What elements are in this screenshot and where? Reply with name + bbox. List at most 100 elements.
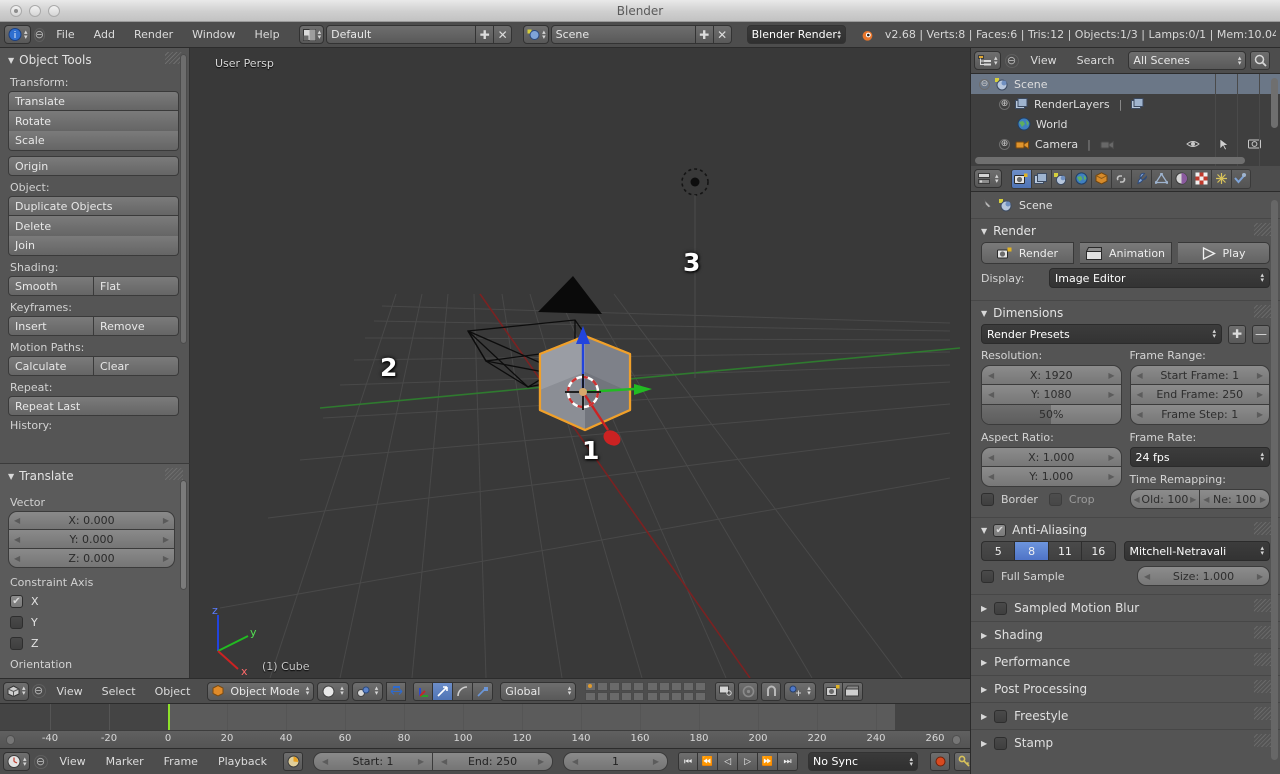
decrement-arrow-icon[interactable]: ◀ bbox=[572, 757, 578, 766]
tab-world[interactable] bbox=[1070, 168, 1091, 189]
pivot-align-toggle[interactable] bbox=[386, 681, 407, 701]
outliner-horizontal-scrollbar[interactable] bbox=[975, 157, 1245, 164]
increment-arrow-icon[interactable]: ▶ bbox=[1108, 371, 1114, 380]
timeline-hscroll-left-cap[interactable] bbox=[6, 735, 15, 745]
tab-constraints[interactable] bbox=[1110, 168, 1131, 189]
aspect-x-field[interactable]: ◀ X: 1.000 ▶ bbox=[981, 447, 1122, 467]
layer-cell[interactable] bbox=[609, 681, 621, 691]
layer-block-bottom[interactable] bbox=[647, 681, 707, 701]
crop-checkbox[interactable] bbox=[1048, 493, 1062, 506]
render-engine-selector[interactable]: Blender Render ▴ ▾ bbox=[746, 25, 846, 44]
menu-file[interactable]: File bbox=[48, 26, 82, 43]
outliner-tree[interactable]: ⊖ Scene ⊕ RenderLayers | World ⊕ Camera … bbox=[971, 74, 1280, 166]
proportional-edit-button[interactable] bbox=[738, 681, 759, 701]
decrement-arrow-icon[interactable]: ◀ bbox=[988, 371, 994, 380]
layer-cell[interactable] bbox=[683, 681, 695, 691]
sampled-motion-blur-checkbox[interactable] bbox=[994, 601, 1008, 615]
aspect-y-field[interactable]: ◀ Y: 1.000 ▶ bbox=[981, 467, 1122, 487]
tab-texture[interactable] bbox=[1190, 168, 1211, 189]
play-button[interactable]: ▷ bbox=[738, 752, 759, 771]
decrement-arrow-icon[interactable]: ◀ bbox=[14, 516, 20, 525]
viewport-menu-object[interactable]: Object bbox=[147, 683, 199, 700]
increment-arrow-icon[interactable]: ▶ bbox=[1108, 453, 1114, 462]
increment-arrow-icon[interactable]: ▶ bbox=[418, 757, 424, 766]
translate-button[interactable]: Translate bbox=[8, 91, 179, 111]
render-presets-dropdown[interactable]: Render Presets ▴ ▾ bbox=[981, 324, 1222, 344]
lock-camera-to-view-button[interactable] bbox=[715, 681, 736, 701]
dimensions-panel-header[interactable]: ▼ Dimensions bbox=[971, 301, 1280, 324]
anti-aliasing-checkbox[interactable]: ✔ bbox=[993, 523, 1007, 537]
calculate-paths-button[interactable]: Calculate bbox=[8, 356, 94, 376]
jump-next-keyframe-button[interactable]: ⏩ bbox=[758, 752, 779, 771]
expand-toggle-icon[interactable]: ⊕ bbox=[999, 98, 1010, 110]
outliner-row-scene[interactable]: ⊖ Scene bbox=[971, 74, 1280, 94]
checkbox-z-icon[interactable] bbox=[10, 637, 23, 650]
play-rendered-animation-button[interactable]: Play bbox=[1178, 242, 1270, 264]
collapse-menu-button[interactable]: ⊖ bbox=[33, 27, 46, 42]
tab-material[interactable] bbox=[1170, 168, 1191, 189]
layer-cell[interactable] bbox=[621, 681, 633, 691]
layer-block-top[interactable] bbox=[585, 681, 645, 701]
layer-cell[interactable] bbox=[671, 681, 683, 691]
tab-particles[interactable] bbox=[1210, 168, 1231, 189]
outliner-filter-button[interactable] bbox=[1250, 51, 1271, 70]
increment-arrow-icon[interactable]: ▶ bbox=[1260, 495, 1266, 504]
layer-cell[interactable] bbox=[695, 681, 707, 691]
increment-arrow-icon[interactable]: ▶ bbox=[538, 757, 544, 766]
interaction-mode-selector[interactable]: Object Mode ▴ ▾ bbox=[207, 681, 315, 701]
layer-cell[interactable] bbox=[621, 691, 633, 701]
increment-arrow-icon[interactable]: ▶ bbox=[1190, 495, 1196, 504]
collapse-menu-button[interactable]: ⊖ bbox=[1004, 53, 1019, 68]
add-scene-button[interactable]: ✚ bbox=[695, 25, 714, 44]
render-panel-header[interactable]: ▼ Render bbox=[971, 219, 1280, 242]
end-frame-field[interactable]: ◀ End Frame: 250 ▶ bbox=[1129, 385, 1270, 405]
add-screen-layout-button[interactable]: ✚ bbox=[476, 25, 495, 44]
scale-button[interactable]: Scale bbox=[8, 131, 179, 151]
timeline-ruler[interactable]: -40 -20 0 20 40 60 80 100 120 140 160 18… bbox=[0, 730, 970, 748]
snap-target-selector[interactable]: ▴ ▾ bbox=[784, 681, 816, 701]
tab-render[interactable] bbox=[1010, 168, 1031, 189]
menu-add[interactable]: Add bbox=[86, 26, 123, 43]
resolution-y-field[interactable]: ◀ Y: 1080 ▶ bbox=[981, 385, 1122, 405]
layer-cell[interactable] bbox=[695, 691, 707, 701]
rotate-button[interactable]: Rotate bbox=[8, 111, 179, 131]
join-button[interactable]: Join bbox=[8, 236, 179, 256]
outliner-display-mode-selector[interactable]: All Scenes ▴ ▾ bbox=[1128, 51, 1247, 70]
post-processing-panel[interactable]: ▶ Post Processing bbox=[971, 675, 1280, 702]
layer-cell[interactable] bbox=[597, 681, 609, 691]
play-reverse-button[interactable]: ◁ bbox=[718, 752, 739, 771]
operator-panel-scrollbar[interactable] bbox=[180, 480, 187, 590]
scene-name-field[interactable]: Scene bbox=[550, 25, 696, 44]
layer-cell[interactable] bbox=[647, 691, 659, 701]
freestyle-panel[interactable]: ▶ Freestyle bbox=[971, 702, 1280, 729]
jump-prev-keyframe-button[interactable]: ⏪ bbox=[698, 752, 719, 771]
layer-cell[interactable] bbox=[609, 691, 621, 701]
jump-to-end-button[interactable]: ⏭ bbox=[778, 752, 799, 771]
menu-help[interactable]: Help bbox=[247, 26, 288, 43]
playback-transport-controls[interactable]: ⏮ ⏪ ◁ ▷ ⏩ ⏭ bbox=[678, 752, 799, 771]
increment-arrow-icon[interactable]: ▶ bbox=[1257, 371, 1263, 380]
snap-magnet-button[interactable] bbox=[761, 681, 782, 701]
constraint-axis-z-row[interactable]: Z bbox=[0, 633, 189, 654]
increment-arrow-icon[interactable]: ▶ bbox=[163, 554, 169, 563]
shading-header[interactable]: ▶ Shading bbox=[971, 622, 1280, 648]
outliner-row-renderlayers[interactable]: ⊕ RenderLayers | bbox=[971, 94, 1280, 114]
toolshelf-scrollbar[interactable] bbox=[180, 54, 187, 344]
aa-sample-8[interactable]: 8 bbox=[1014, 541, 1048, 561]
full-sample-checkbox[interactable] bbox=[981, 569, 994, 583]
translate-panel-header[interactable]: ▼ Translate bbox=[0, 464, 189, 487]
scene-layers-widget[interactable] bbox=[585, 681, 707, 701]
render-opengl-image-button[interactable] bbox=[822, 681, 843, 701]
start-frame-field[interactable]: ◀ Start Frame: 1 ▶ bbox=[1129, 365, 1270, 385]
timeline-menu-marker[interactable]: Marker bbox=[98, 753, 152, 770]
viewport-menu-view[interactable]: View bbox=[49, 683, 91, 700]
decrement-arrow-icon[interactable]: ◀ bbox=[1137, 390, 1143, 399]
delete-button[interactable]: Delete bbox=[8, 216, 179, 236]
layer-cell[interactable] bbox=[585, 691, 597, 701]
increment-arrow-icon[interactable]: ▶ bbox=[1108, 390, 1114, 399]
increment-arrow-icon[interactable]: ▶ bbox=[163, 516, 169, 525]
repeat-last-button[interactable]: Repeat Last bbox=[8, 396, 179, 416]
shade-flat-button[interactable]: Flat bbox=[94, 276, 179, 296]
delete-scene-button[interactable]: ✕ bbox=[713, 25, 732, 44]
timeline-track[interactable] bbox=[0, 704, 970, 730]
